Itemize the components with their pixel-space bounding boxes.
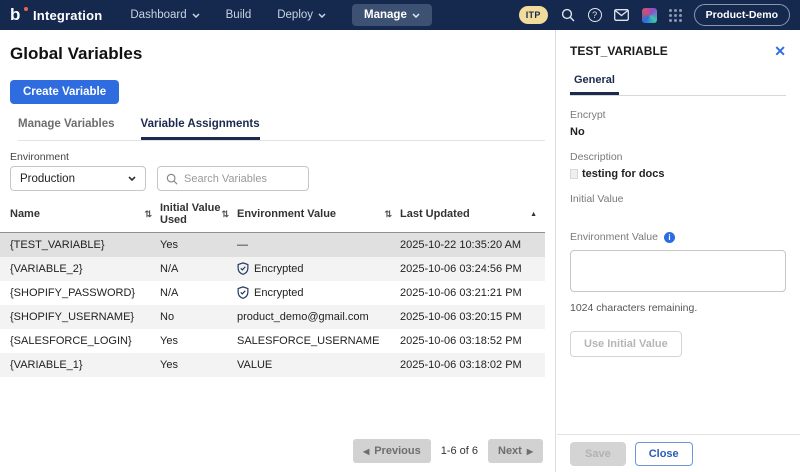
column-header-name[interactable]: Name ⇅ (0, 197, 160, 233)
initial-value-label: Initial Value (570, 193, 624, 205)
panel-footer: Save Close (557, 434, 800, 472)
encrypted-shield-icon (237, 262, 249, 275)
previous-arrow-icon: ◀ (363, 446, 370, 456)
create-variable-button[interactable]: Create Variable (10, 80, 120, 104)
save-button[interactable]: Save (570, 441, 626, 466)
variables-table: Name ⇅ Initial Value Used ⇅ Environment Va… (0, 197, 545, 377)
next-arrow-icon: ▶ (526, 446, 533, 456)
account-badge[interactable]: ITP (518, 6, 548, 24)
close-icon[interactable]: ✕ (774, 44, 786, 58)
column-header-environment-value[interactable]: Environment Value ⇅ (237, 197, 400, 233)
help-icon[interactable]: ? (587, 8, 602, 22)
top-nav: b Integration Dashboard Build Deploy Man… (0, 0, 800, 30)
filter-controls: Production (10, 166, 555, 191)
pagination-range: 1-6 of 6 (440, 445, 478, 457)
tab-manage-variables[interactable]: Manage Variables (18, 118, 115, 140)
panel-title: TEST_VARIABLE (570, 44, 668, 58)
next-page-button[interactable]: Next ▶ (488, 439, 543, 463)
brand-name: Integration (33, 7, 103, 23)
environment-label: Environment (10, 151, 69, 163)
environment-value-input[interactable] (570, 250, 786, 292)
tab-general[interactable]: General (570, 74, 619, 95)
nav-item-dashboard[interactable]: Dashboard (130, 9, 200, 21)
table-row[interactable]: {SHOPIFY_PASSWORD} N/A Encrypted 2025-10… (0, 281, 545, 305)
table-row[interactable]: {SALESFORCE_LOGIN} Yes SALESFORCE_USERNA… (0, 329, 545, 353)
description-label: Description (570, 151, 623, 163)
variable-detail-panel: TEST_VARIABLE ✕ General Encrypt No Descr… (557, 30, 800, 472)
search-icon (166, 173, 178, 185)
pagination: ◀ Previous 1-6 of 6 Next ▶ (353, 439, 543, 463)
nav-item-deploy[interactable]: Deploy (277, 9, 326, 21)
nav-item-manage[interactable]: Manage (352, 4, 432, 26)
chevron-down-icon (192, 12, 200, 18)
table-row[interactable]: {TEST_VARIABLE} Yes — 2025-10-22 10:35:2… (0, 232, 545, 257)
search-icon[interactable] (560, 7, 576, 23)
nav-utilities: ITP ? Product-Demo (518, 4, 790, 26)
chevron-down-icon (412, 12, 420, 18)
nav-item-build[interactable]: Build (226, 9, 252, 21)
encrypt-label: Encrypt (570, 109, 606, 121)
table-row[interactable]: {VARIABLE_1} Yes VALUE 2025-10-06 03:18:… (0, 352, 545, 377)
boomi-ai-icon[interactable] (641, 7, 657, 23)
sort-icon[interactable]: ⇅ (144, 209, 152, 220)
boomi-logo-icon: b (10, 6, 28, 24)
missing-glyph-box (570, 169, 578, 179)
sort-icon[interactable]: ⇅ (221, 209, 229, 220)
characters-remaining: 1024 characters remaining. (570, 302, 698, 314)
chevron-down-icon (128, 176, 136, 181)
mail-icon[interactable] (614, 7, 630, 23)
tab-variable-assignments[interactable]: Variable Assignments (140, 118, 260, 140)
previous-page-button[interactable]: ◀ Previous (353, 439, 431, 463)
environment-select[interactable]: Production (10, 166, 146, 191)
info-icon[interactable]: i (663, 231, 675, 243)
tenant-selector[interactable]: Product-Demo (693, 4, 790, 26)
search-variables-box (157, 166, 309, 191)
table-header-row: Name ⇅ Initial Value Used ⇅ Environment Va… (0, 197, 545, 233)
sort-asc-icon[interactable]: ▲ (530, 211, 537, 218)
panel-tab-bar: General (570, 70, 786, 96)
tab-bar: Manage Variables Variable Assignments (18, 118, 545, 141)
primary-nav: Dashboard Build Deploy Manage (130, 4, 432, 26)
table-row[interactable]: {SHOPIFY_USERNAME} No product_demo@gmail… (0, 304, 545, 329)
environment-value-label: Environment Value (570, 231, 658, 243)
table-row[interactable]: {VARIABLE_2} N/A Encrypted 2025-10-06 03… (0, 256, 545, 281)
page-title: Global Variables (10, 44, 143, 63)
apps-grid-icon[interactable] (668, 8, 682, 22)
chevron-down-icon (318, 12, 326, 18)
close-button[interactable]: Close (634, 441, 693, 466)
sort-icon[interactable]: ⇅ (384, 209, 392, 220)
encrypt-value: No (570, 126, 585, 138)
main-content: Global Variables Create Variable Manage … (0, 30, 556, 472)
column-header-last-updated[interactable]: Last Updated ▲ (400, 197, 545, 233)
use-initial-value-button[interactable]: Use Initial Value (570, 331, 682, 357)
column-header-initial-value-used[interactable]: Initial Value Used ⇅ (160, 197, 237, 233)
description-value: testing for docs (570, 168, 786, 180)
search-variables-input[interactable] (184, 172, 294, 185)
encrypted-shield-icon (237, 286, 249, 299)
